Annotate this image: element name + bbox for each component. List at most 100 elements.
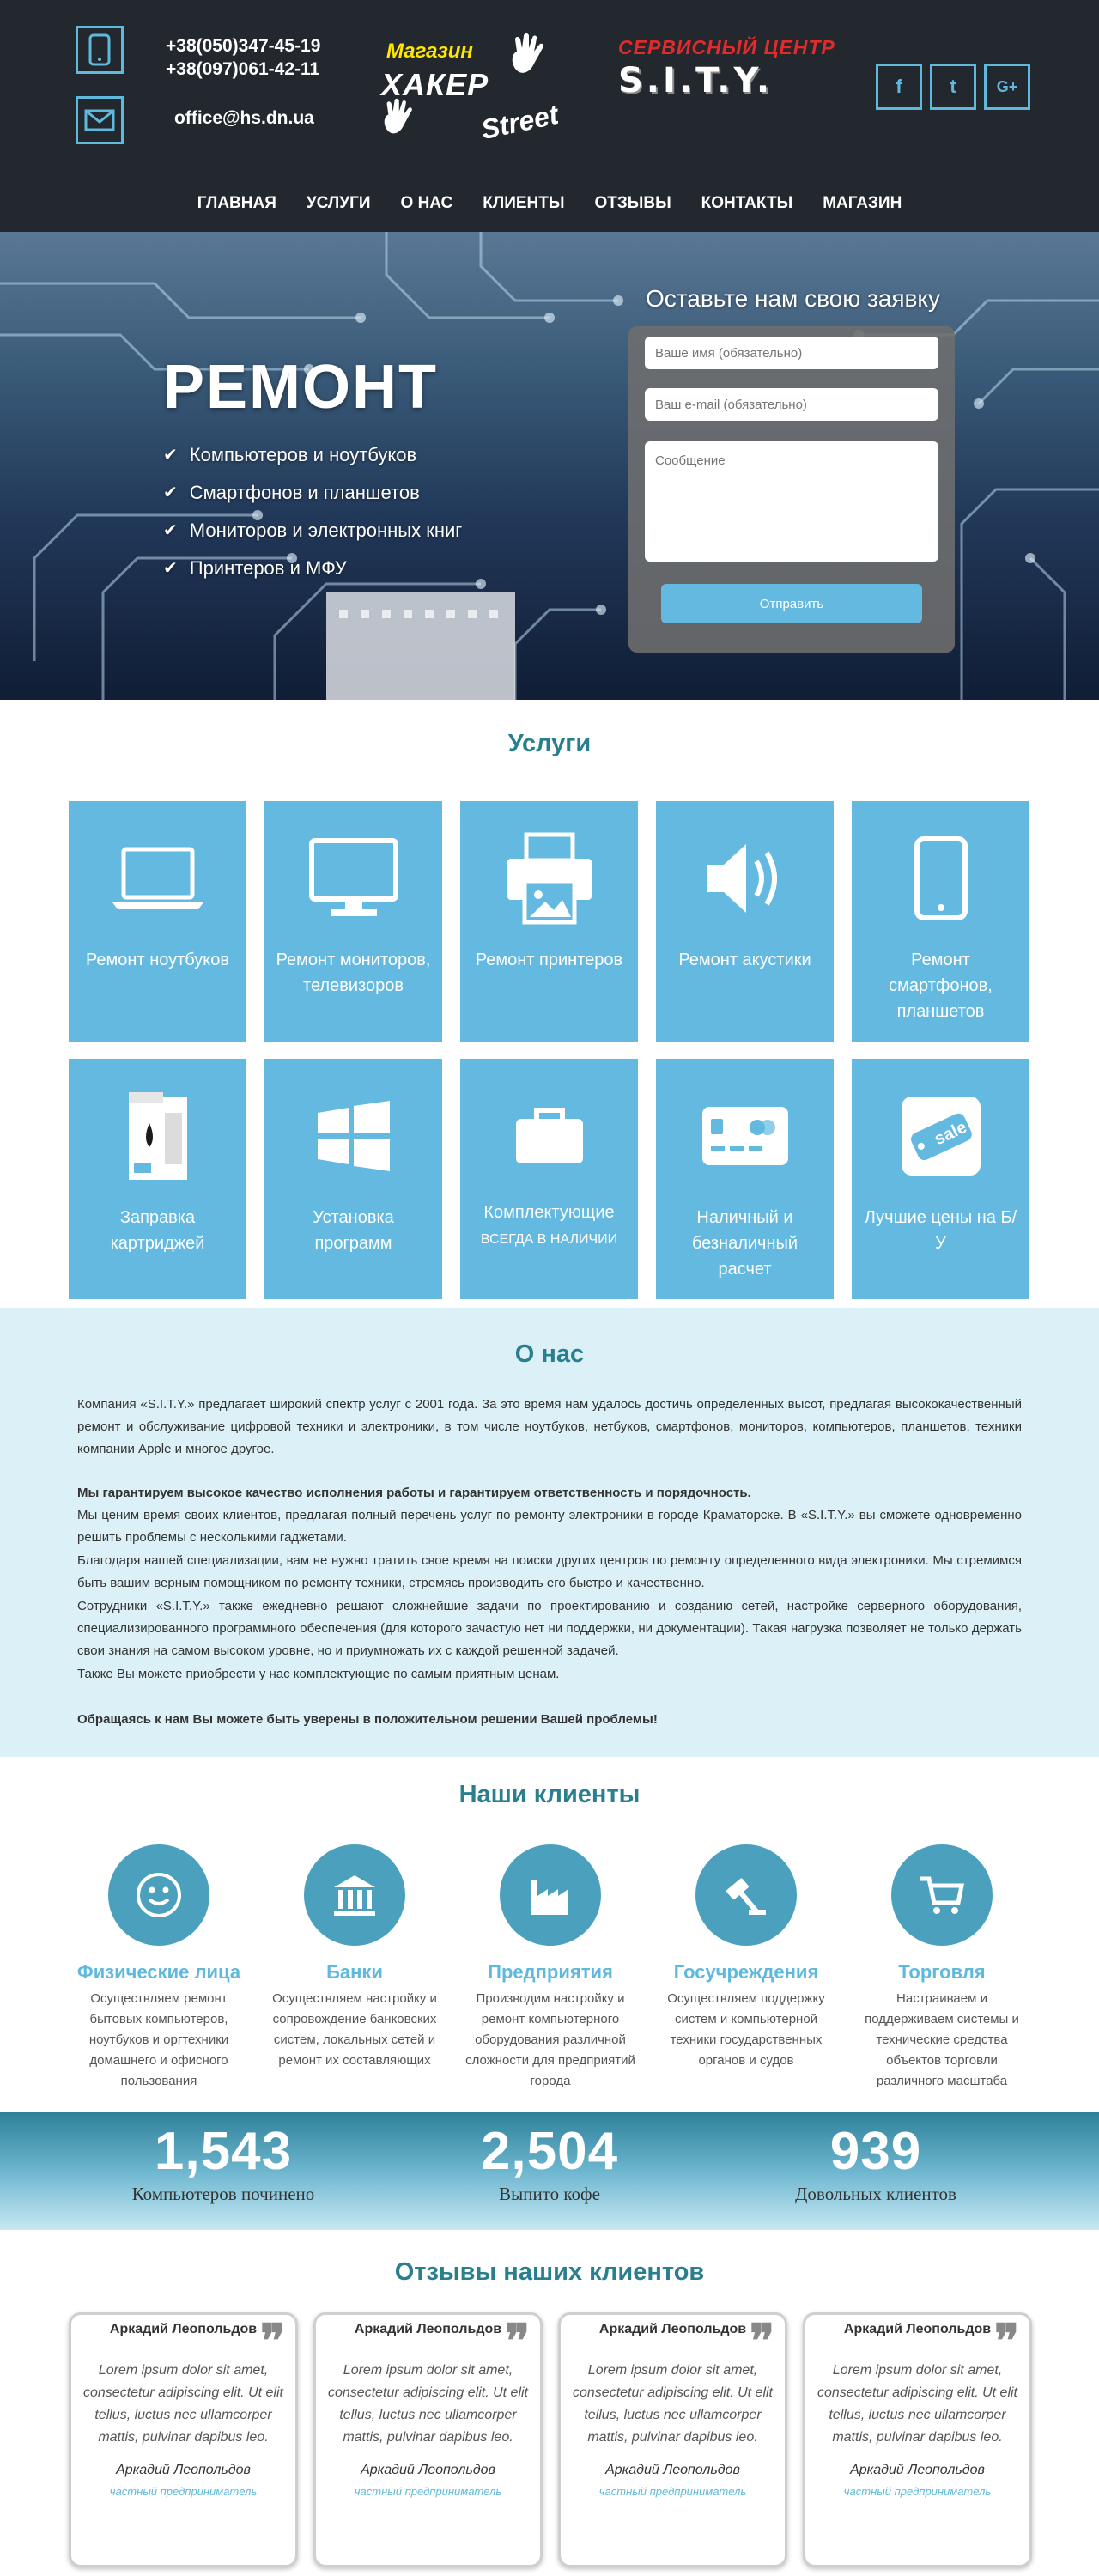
- envelope-icon: [76, 96, 124, 144]
- hero-list-item: ✔ Компьютеров и ноутбуков: [163, 436, 462, 474]
- phone-numbers: +38(050)347-45-19 +38(097)061-42-11: [166, 34, 320, 81]
- service-tile-label: Ремонт мониторов, телевизоров: [276, 951, 431, 995]
- twitter-icon[interactable]: t: [930, 64, 976, 110]
- hero-banner: РЕМОНТ ✔ Компьютеров и ноутбуков ✔ Смартфо…: [0, 232, 1099, 700]
- client-card-description: Осуществляем поддержку систем и компьюте…: [667, 1991, 825, 2068]
- stat-label: Компьютеров починено: [131, 2184, 315, 2204]
- review-text: Lorem ipsum dolor sit amet, consectetur …: [328, 2363, 528, 2445]
- nav-item-reviews[interactable]: ОТЗЫВЫ: [594, 194, 671, 213]
- about-paragraph: Мы ценим время своих клиентов, предлагая…: [77, 1508, 1022, 1545]
- review-header-name: Аркадий Леопольдов: [843, 2322, 992, 2336]
- service-tile-acoustics-repair[interactable]: Ремонт акустики: [656, 801, 834, 1042]
- nav-item-clients[interactable]: КЛИЕНТЫ: [483, 194, 564, 213]
- check-icon: ✔: [163, 521, 178, 540]
- cartridge-icon: [128, 1092, 187, 1180]
- service-tile-smartphone-repair[interactable]: Ремонт смартфонов, планшетов: [852, 801, 1029, 1042]
- about-paragraph: Также Вы можете приобрести у нас комплек…: [77, 1667, 560, 1681]
- smiley-icon: [137, 1873, 181, 1917]
- service-tile-label: Заправка картриджей: [110, 1208, 205, 1253]
- cart-icon: [920, 1876, 965, 1914]
- check-icon: ✔: [163, 446, 178, 465]
- review-header-name: Аркадий Леопольдов: [598, 2322, 747, 2336]
- nav-item-contacts[interactable]: КОНТАКТЫ: [701, 194, 793, 213]
- stat-counter: 1,543 Компьютеров починено: [77, 2112, 369, 2205]
- about-paragraph-bold: Обращаясь к нам Вы можете быть уверены в…: [77, 1712, 658, 1727]
- hero-list: ✔ Компьютеров и ноутбуков ✔ Смартфонов и п…: [163, 436, 462, 587]
- quote-icon: ❞: [504, 2316, 530, 2367]
- about-section: О нас Компания «S.I.T.Y.» предлагает шир…: [0, 1308, 1099, 1757]
- review-text: Lorem ipsum dolor sit amet, consectetur …: [817, 2363, 1017, 2445]
- windows-icon: [317, 1101, 390, 1171]
- about-section-title: О нас: [514, 1340, 585, 1368]
- stat-label: Довольных клиентов: [795, 2184, 956, 2204]
- stat-label: Выпито кофе: [499, 2184, 600, 2204]
- gavel-icon: [726, 1878, 766, 1915]
- client-card-government: Госучреждения Осуществляем поддержку сис…: [656, 1844, 836, 2071]
- main-navigation: ГЛАВНАЯ УСЛУГИ О НАС КЛИЕНТЫ ОТЗЫВЫ КОНТ…: [0, 194, 1099, 213]
- message-textarea[interactable]: [645, 441, 938, 562]
- hero-list-item: ✔ Принтеров и МФУ: [163, 550, 462, 587]
- review-author: Аркадий Леопольдов: [605, 2463, 740, 2477]
- review-author: Аркадий Леопольдов: [850, 2463, 985, 2477]
- stat-counter: 2,504 Выпито кофе: [404, 2112, 695, 2205]
- phone-icon: [76, 26, 124, 74]
- request-form-title: Оставьте нам свою заявку: [646, 285, 940, 312]
- phone-number[interactable]: +38(050)347-45-19: [166, 34, 320, 58]
- shop-logo[interactable]: Магазин ХАКЕР Street: [378, 29, 601, 145]
- name-input[interactable]: [645, 337, 938, 369]
- service-tile-components[interactable]: Комплектующие всегда в наличии: [460, 1059, 638, 1299]
- service-tile-laptop-repair[interactable]: Ремонт ноутбуков: [69, 801, 246, 1042]
- service-tile-payment[interactable]: Наличный и безналичный расчет: [656, 1059, 834, 1299]
- service-tile-used-prices[interactable]: sale Лучшие цены на Б/У: [852, 1059, 1029, 1299]
- service-center-logo[interactable]: СЕРВИСНЫЙ ЦЕНТР S.I.T.Y.: [618, 36, 841, 122]
- stat-value: 2,504: [480, 2122, 619, 2181]
- shop-logo-line1: Магазин: [386, 39, 473, 63]
- services-section-title: Услуги: [507, 730, 592, 757]
- handprint-icon: [384, 98, 412, 134]
- hero-list-text: Смартфонов и планшетов: [189, 482, 420, 503]
- google-plus-icon[interactable]: G+: [984, 64, 1030, 110]
- client-card-description: Осуществляем ремонт бытовых компьютеров,…: [88, 1991, 229, 2088]
- service-tile-label: Ремонт принтеров: [475, 951, 623, 969]
- phone-number[interactable]: +38(097)061-42-11: [166, 58, 320, 81]
- nav-item-about[interactable]: О НАС: [401, 194, 453, 213]
- toolbox-icon: [515, 1108, 583, 1163]
- stats-band: 1,543 Компьютеров починено 2,504 Выпито …: [0, 2112, 1099, 2230]
- review-author-role: частный предприниматель: [843, 2485, 992, 2498]
- stat-value: 939: [829, 2122, 922, 2181]
- nav-item-shop[interactable]: МАГАЗИН: [823, 194, 902, 213]
- nav-item-services[interactable]: УСЛУГИ: [307, 194, 371, 213]
- service-tile-monitor-repair[interactable]: Ремонт мониторов, телевизоров: [264, 801, 442, 1042]
- client-card-title: Банки: [326, 1961, 383, 1983]
- service-tile-software-install[interactable]: Установка программ: [264, 1059, 442, 1299]
- review-header-name: Аркадий Леопольдов: [109, 2322, 258, 2336]
- nav-item-home[interactable]: ГЛАВНАЯ: [197, 194, 276, 213]
- client-card-description: Настраиваем и поддерживаем системы и тех…: [865, 1991, 1019, 2088]
- review-card: Аркадий Леопольдов ❞ Lorem ipsum dolor s…: [69, 2312, 298, 2567]
- review-author-role: частный предприниматель: [109, 2485, 258, 2498]
- service-tile-printer-repair[interactable]: Ремонт принтеров: [460, 801, 638, 1042]
- client-card-description: Производим настройку и ремонт компьютерн…: [465, 1991, 635, 2088]
- service-tile-label: Ремонт ноутбуков: [85, 951, 230, 969]
- review-card: Аркадий Леопольдов ❞ Lorem ipsum dolor s…: [558, 2312, 787, 2567]
- review-author: Аркадий Леопольдов: [361, 2463, 495, 2477]
- review-author-role: частный предприниматель: [354, 2485, 502, 2498]
- email-input[interactable]: [645, 388, 938, 421]
- review-text: Lorem ipsum dolor sit amet, consectetur …: [83, 2363, 283, 2445]
- service-tile-label: Лучшие цены на Б/У: [864, 1208, 1017, 1253]
- hero-title: РЕМОНТ: [163, 353, 439, 422]
- monitor-icon: [308, 838, 398, 916]
- client-card-trade: Торговля Настраиваем и поддерживаем сист…: [852, 1844, 1032, 2092]
- credit-card-icon: [701, 1107, 788, 1165]
- printer-icon: [507, 832, 592, 925]
- service-tile-cartridge-refill[interactable]: Заправка картриджей: [69, 1059, 246, 1299]
- client-card-title: Физические лица: [76, 1961, 241, 1983]
- review-header-name: Аркадий Леопольдов: [354, 2322, 502, 2336]
- facebook-icon[interactable]: f: [876, 64, 922, 110]
- client-card-individuals: Физические лица Осуществляем ремонт быто…: [69, 1844, 249, 2092]
- submit-request-button[interactable]: Отправить: [661, 584, 922, 623]
- email-address[interactable]: office@hs.dn.ua: [174, 108, 314, 129]
- reviews-section-title: Отзывы наших клиентов: [394, 2258, 705, 2286]
- about-paragraph: Благодаря нашей специализации, вам не ну…: [77, 1553, 1022, 1590]
- service-tile-label: Ремонт акустики: [678, 951, 811, 969]
